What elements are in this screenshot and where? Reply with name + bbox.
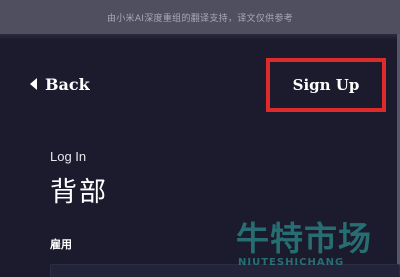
- back-button-label: Back: [45, 74, 90, 94]
- employ-field-label: 雇用: [50, 238, 72, 251]
- banner-shadow: [0, 34, 400, 40]
- login-caption: Log In: [50, 149, 87, 164]
- back-button[interactable]: Back: [30, 72, 90, 96]
- translation-banner-text: 由小米AI深度重组的翻译支持，译文仅供参考: [106, 13, 294, 24]
- sign-up-button[interactable]: Sign Up: [270, 62, 382, 108]
- translation-banner: 由小米AI深度重组的翻译支持，译文仅供参考: [0, 0, 400, 34]
- sign-up-button-label: Sign Up: [292, 76, 360, 94]
- page-title: 背部: [50, 177, 108, 208]
- watermark-cn: 牛特市场: [236, 219, 372, 258]
- triangle-left-icon: [30, 78, 37, 90]
- watermark-en: NIUTESHICHANG: [238, 257, 345, 268]
- watermark: 牛特市场 NIUTESHICHANG: [236, 212, 396, 272]
